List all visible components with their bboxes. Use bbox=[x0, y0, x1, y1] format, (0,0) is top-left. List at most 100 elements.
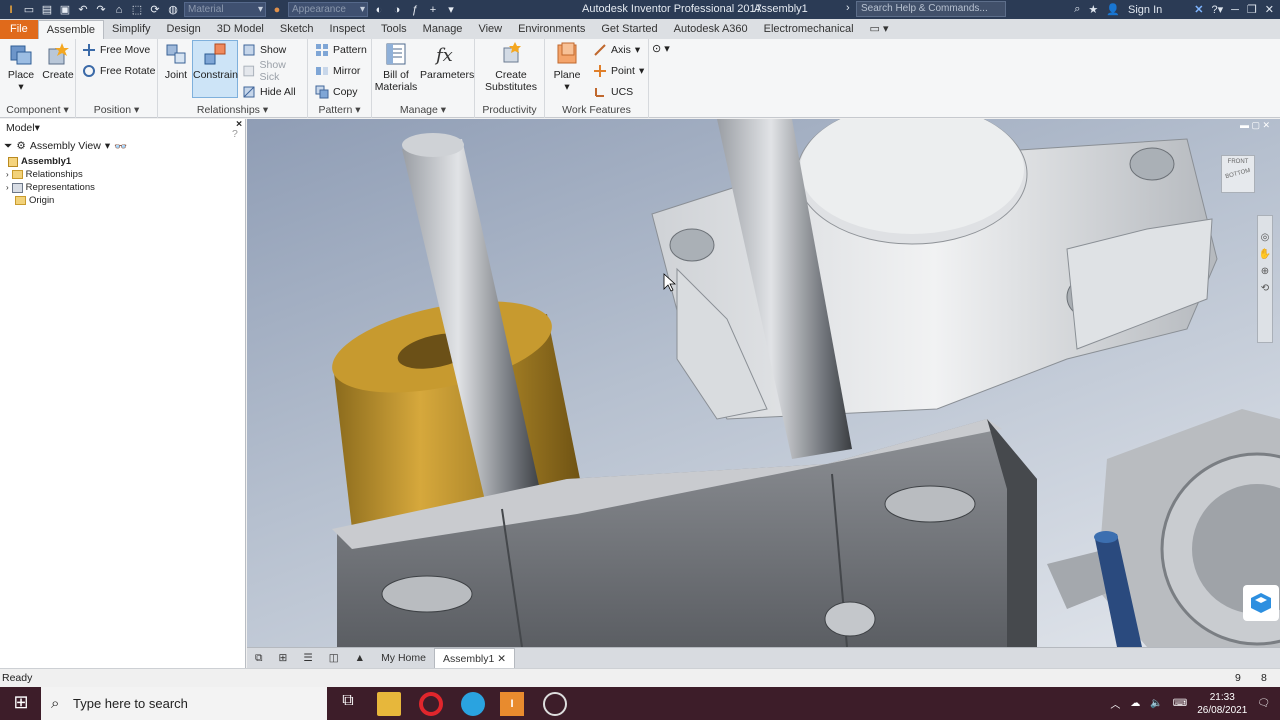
customize-icon[interactable]: ▾ bbox=[444, 3, 458, 17]
hide-all-button[interactable]: Hide All bbox=[242, 83, 296, 101]
zoom-icon[interactable]: ⊕ bbox=[1258, 266, 1272, 277]
tree-item-relationships[interactable]: › Relationships bbox=[0, 168, 245, 181]
tab-tools[interactable]: Tools bbox=[373, 20, 415, 39]
tab-electromechanical[interactable]: Electromechanical bbox=[756, 20, 862, 39]
free-move-button[interactable]: Free Move bbox=[82, 41, 150, 59]
copy-button[interactable]: Copy bbox=[315, 83, 358, 101]
relationships-panel-title[interactable]: Relationships ▾ bbox=[158, 104, 307, 116]
tree-item-representations[interactable]: › Representations bbox=[0, 181, 245, 194]
split-icon[interactable]: ◫ bbox=[321, 648, 347, 668]
create-substitutes-button[interactable]: Create Substitutes bbox=[481, 41, 541, 93]
find-binoculars-icon[interactable]: 👓 bbox=[114, 140, 127, 153]
place-button[interactable]: Place ▾ bbox=[5, 41, 37, 93]
task-view-icon[interactable]: ⧉ bbox=[336, 692, 360, 716]
pattern-button[interactable]: Pattern bbox=[315, 41, 367, 59]
material-combo[interactable]: Material bbox=[184, 2, 266, 17]
expand-arrow-icon[interactable]: › bbox=[846, 2, 850, 14]
obs-icon[interactable] bbox=[543, 692, 567, 716]
add-icon[interactable]: + bbox=[426, 3, 440, 17]
pan-icon[interactable]: ✋ bbox=[1258, 249, 1272, 260]
adjust-icon[interactable]: ◐ bbox=[372, 3, 386, 17]
fx-icon[interactable]: ƒ bbox=[408, 3, 422, 17]
viewcube[interactable]: FRONT BOTTOM bbox=[1221, 155, 1255, 193]
tile-windows-icon[interactable]: ⧉ bbox=[247, 648, 271, 668]
update-icon[interactable]: ⟳ bbox=[148, 3, 162, 17]
tab-list-icon[interactable]: ▲ bbox=[347, 648, 373, 668]
tab-environments[interactable]: Environments bbox=[510, 20, 593, 39]
help-search-input[interactable]: Search Help & Commands... bbox=[856, 1, 1006, 17]
notifications-icon[interactable]: 🗨 bbox=[1257, 698, 1270, 709]
browser-close-icon[interactable]: × bbox=[236, 118, 242, 130]
clear-icon[interactable]: ◑ bbox=[390, 3, 404, 17]
tab-get-started[interactable]: Get Started bbox=[593, 20, 665, 39]
tree-item-origin[interactable]: Origin bbox=[0, 194, 245, 207]
search-icon[interactable]: ⌕ bbox=[1074, 3, 1080, 16]
clock[interactable]: 21:33 26/08/2021 bbox=[1197, 691, 1247, 717]
windows-start-icon[interactable]: ⊞ bbox=[9, 692, 33, 716]
view-dropdown-icon[interactable]: ▾ bbox=[105, 140, 110, 152]
app-badge-icon[interactable] bbox=[1243, 585, 1279, 621]
ucs-button[interactable]: UCS bbox=[593, 83, 633, 101]
orbit-icon[interactable]: ⟲ bbox=[1258, 283, 1272, 294]
opera-browser-icon[interactable] bbox=[419, 692, 443, 716]
navigation-bar[interactable]: ◎ ✋ ⊕ ⟲ bbox=[1257, 215, 1273, 343]
assembly-view-dropdown[interactable]: Assembly View bbox=[30, 140, 101, 152]
steering-wheel-icon[interactable]: ◎ bbox=[1258, 232, 1272, 243]
expand-icon[interactable]: › bbox=[6, 183, 9, 192]
exchange-icon[interactable]: ✕ bbox=[1194, 3, 1203, 16]
component-panel-title[interactable]: Component ▾ bbox=[0, 104, 75, 116]
tab-my-home[interactable]: My Home bbox=[373, 648, 434, 668]
tab-inspect[interactable]: Inspect bbox=[322, 20, 373, 39]
filter-icon[interactable]: ⏷ bbox=[4, 140, 12, 153]
graphics-viewport[interactable]: ▬ ▢ ✕ FRONT BOTTOM ◎ ✋ ⊕ ⟲ bbox=[247, 119, 1280, 647]
free-rotate-button[interactable]: Free Rotate bbox=[82, 62, 155, 80]
create-button[interactable]: Create bbox=[41, 41, 75, 81]
restore-button[interactable]: ❐ bbox=[1247, 3, 1257, 16]
tab-3d-model[interactable]: 3D Model bbox=[209, 20, 272, 39]
keyboard-icon[interactable]: ⌨ bbox=[1173, 698, 1187, 709]
axis-button[interactable]: Axis ▾ bbox=[593, 41, 640, 59]
save-icon[interactable]: ▣ bbox=[58, 3, 72, 17]
ribbon-extra-dropdown[interactable]: ⊙ ▾ bbox=[652, 42, 670, 55]
close-tab-icon[interactable]: ✕ bbox=[497, 653, 506, 665]
taskbar-search[interactable]: ⌕ Type here to search bbox=[41, 687, 327, 720]
tray-up-arrow-icon[interactable]: ︿ bbox=[1110, 696, 1120, 711]
viewport-window-controls[interactable]: ▬ ▢ ✕ bbox=[1240, 120, 1270, 131]
ribbon-options-icon[interactable]: ▭ ▾ bbox=[862, 20, 897, 39]
home-icon[interactable]: ⌂ bbox=[112, 3, 126, 17]
point-button[interactable]: Point ▾ bbox=[593, 62, 644, 80]
help-icon[interactable]: ?▾ bbox=[1211, 3, 1223, 16]
expand-icon[interactable]: › bbox=[6, 170, 9, 179]
arrange-icon[interactable]: ⊞ bbox=[271, 648, 296, 668]
parameters-button[interactable]: fx Parameters bbox=[420, 41, 474, 81]
browser-title-dropdown-icon[interactable]: ▾ bbox=[35, 122, 40, 134]
file-explorer-icon[interactable] bbox=[377, 692, 401, 716]
manage-panel-title[interactable]: Manage ▾ bbox=[372, 104, 474, 116]
constrain-button[interactable]: Constrain bbox=[192, 40, 238, 98]
sign-in-link[interactable]: Sign In bbox=[1128, 4, 1162, 16]
telegram-icon[interactable] bbox=[461, 692, 485, 716]
tab-view[interactable]: View bbox=[470, 20, 510, 39]
tab-assemble[interactable]: Assemble bbox=[37, 20, 105, 39]
new-icon[interactable]: ▭ bbox=[22, 3, 36, 17]
tab-manage[interactable]: Manage bbox=[415, 20, 471, 39]
redo-icon[interactable]: ↷ bbox=[94, 3, 108, 17]
globe-icon[interactable]: ◍ bbox=[166, 3, 180, 17]
mirror-button[interactable]: Mirror bbox=[315, 62, 360, 80]
inventor-taskbar-icon[interactable]: I bbox=[500, 692, 524, 716]
favorites-star-icon[interactable]: ★ bbox=[1088, 3, 1098, 16]
pattern-panel-title[interactable]: Pattern ▾ bbox=[308, 104, 371, 116]
tab-sketch[interactable]: Sketch bbox=[272, 20, 322, 39]
tree-root[interactable]: Assembly1 bbox=[0, 155, 245, 168]
tab-a360[interactable]: Autodesk A360 bbox=[666, 20, 756, 39]
joint-button[interactable]: Joint bbox=[161, 41, 191, 81]
close-button[interactable]: ✕ bbox=[1265, 3, 1274, 16]
open-icon[interactable]: ▤ bbox=[40, 3, 54, 17]
select-icon[interactable]: ⬚ bbox=[130, 3, 144, 17]
plane-button[interactable]: Plane ▾ bbox=[551, 41, 583, 93]
tab-design[interactable]: Design bbox=[159, 20, 209, 39]
position-panel-title[interactable]: Position ▾ bbox=[76, 104, 157, 116]
undo-icon[interactable]: ↶ bbox=[76, 3, 90, 17]
bill-of-materials-button[interactable]: Bill of Materials bbox=[374, 41, 418, 93]
volume-icon[interactable]: 🔈 bbox=[1150, 698, 1162, 709]
